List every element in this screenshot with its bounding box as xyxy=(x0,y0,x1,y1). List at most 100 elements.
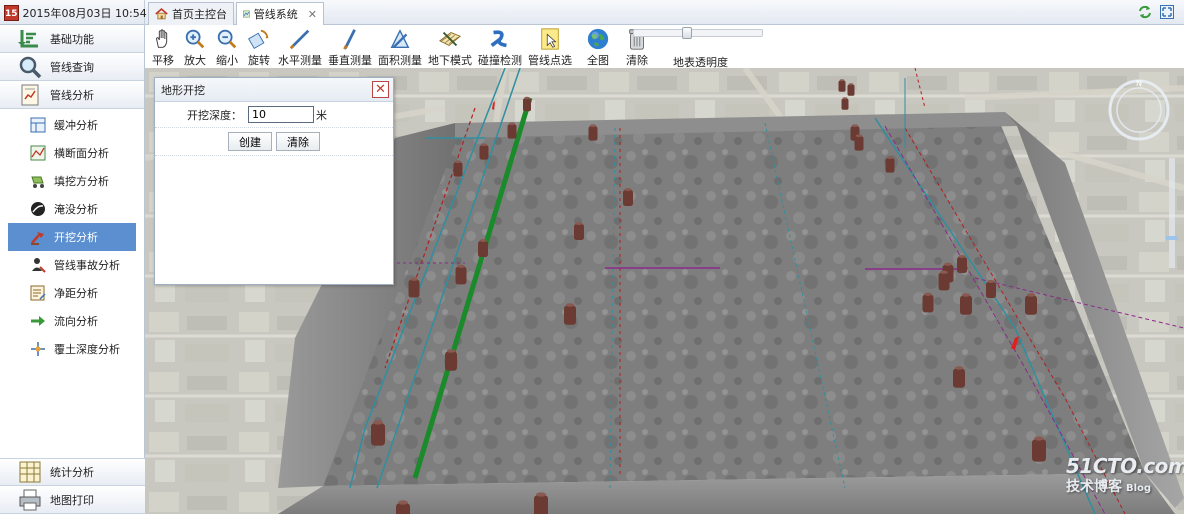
fullscreen-icon[interactable] xyxy=(1160,5,1174,19)
full-extent-button[interactable]: 全图 xyxy=(575,25,621,68)
manhole-well xyxy=(479,143,489,160)
left-sidebar: 基础功能 管线查询 管线分析 缓冲分析 横断面分析 填挖方分析 淹没分析 开挖分… xyxy=(0,25,145,514)
datetime-text: 2015年08月03日 10:54:18 xyxy=(22,6,165,20)
manhole-well xyxy=(957,255,967,273)
zoom-out-tool-button[interactable]: 缩小 xyxy=(211,25,243,68)
manhole-well xyxy=(478,239,488,257)
manhole-well xyxy=(574,222,584,240)
dialog-buttons: 创建 清除 xyxy=(155,128,393,156)
tool-label: 地下模式 xyxy=(428,54,472,67)
sidebar-category-query[interactable]: 管线查询 xyxy=(0,53,144,81)
manhole-well xyxy=(453,160,463,177)
sidebar-item-label: 净距分析 xyxy=(54,287,98,300)
zoom-in-tool-button[interactable]: 放大 xyxy=(179,25,211,68)
manhole-well xyxy=(1025,293,1037,315)
tool-label: 全图 xyxy=(587,54,609,67)
sidebar-item-clearance[interactable]: 净距分析 xyxy=(8,279,136,307)
house-icon xyxy=(155,8,168,20)
tool-label: 面积测量 xyxy=(378,54,422,67)
sidebar-item-cross-section[interactable]: 横断面分析 xyxy=(8,139,136,167)
accident-icon xyxy=(32,258,46,273)
create-button[interactable]: 创建 xyxy=(228,132,272,151)
manhole-well xyxy=(445,349,457,371)
close-icon[interactable]: ✕ xyxy=(372,81,389,98)
sidebar-item-flow[interactable]: 流向分析 xyxy=(8,307,136,335)
slider-track[interactable] xyxy=(633,27,763,39)
pit-floor xyxy=(323,123,1145,486)
sidebar-item-label: 流向分析 xyxy=(54,315,98,328)
map-icon xyxy=(243,10,250,18)
close-icon[interactable]: ✕ xyxy=(308,8,317,21)
tool-label: 缩小 xyxy=(216,54,238,67)
tool-label: 平移 xyxy=(152,54,174,67)
sidebar-item-cover-depth[interactable]: 覆土深度分析 xyxy=(8,335,136,363)
sidebar-category-statistics[interactable]: 统计分析 xyxy=(0,458,145,486)
refresh-icon[interactable] xyxy=(1138,5,1152,19)
depth-label: 开挖深度： xyxy=(187,108,242,122)
manhole-well xyxy=(960,293,972,315)
horizontal-measure-button[interactable]: 水平测量 xyxy=(275,25,325,68)
manhole-well xyxy=(534,492,548,514)
hand-pan-icon xyxy=(156,29,168,48)
manhole-well xyxy=(564,303,576,325)
manhole-well xyxy=(455,264,467,285)
manhole-well xyxy=(922,292,934,313)
north-icon: N xyxy=(1136,79,1142,88)
collision-detect-icon xyxy=(490,30,507,48)
sidebar-category-label: 管线查询 xyxy=(50,60,94,74)
sidebar-category-basic[interactable]: 基础功能 xyxy=(0,25,144,53)
manhole-well xyxy=(885,156,895,173)
underground-mode-button[interactable]: 地下模式 xyxy=(425,25,475,68)
watermark-sub: 技术博客 Blog xyxy=(1066,479,1152,495)
rotate-tool-button[interactable]: 旋转 xyxy=(243,25,275,68)
excavation-pit xyxy=(278,112,1184,514)
sidebar-item-excavation[interactable]: 开挖分析 xyxy=(8,223,136,251)
horizontal-measure-icon xyxy=(289,29,310,50)
tab-home-console[interactable]: 首页主控台 xyxy=(148,2,234,25)
sidebar-item-label: 管线事故分析 xyxy=(54,259,120,272)
sidebar-item-label: 淹没分析 xyxy=(54,203,98,216)
slider-thumb[interactable] xyxy=(682,27,692,39)
flood-icon xyxy=(31,202,45,216)
clear-button[interactable]: 清除 xyxy=(276,132,320,151)
area-measure-button[interactable]: 面积测量 xyxy=(375,25,425,68)
cut-fill-icon xyxy=(31,176,44,188)
tool-label: 管线点选 xyxy=(528,54,572,67)
sidebar-item-cut-fill[interactable]: 填挖方分析 xyxy=(8,167,136,195)
tab-pipeline-system[interactable]: 管线系统 ✕ xyxy=(236,2,324,25)
collision-detect-button[interactable]: 碰撞检测 xyxy=(475,25,525,68)
tool-label: 清除 xyxy=(626,54,648,67)
manhole-well xyxy=(838,79,846,92)
pan-tool-button[interactable]: 平移 xyxy=(147,25,179,68)
tool-label: 放大 xyxy=(184,54,206,67)
analysis-icon xyxy=(21,84,39,105)
pipeline-select-button[interactable]: 管线点选 xyxy=(525,25,575,68)
top-bar: 15 2015年08月03日 10:54:18 首页主控台 管线系统 ✕ xyxy=(0,0,1184,25)
tool-label: 水平测量 xyxy=(278,54,322,67)
map-toolbar: 平移 放大 缩小 旋转 水平测量 垂直测量 面积测量 地下模式 碰撞检测 管线点… xyxy=(145,25,1184,69)
manhole-well xyxy=(938,270,950,291)
depth-unit: 米 xyxy=(316,108,327,122)
app-window: 15 2015年08月03日 10:54:18 首页主控台 管线系统 ✕ 基础功… xyxy=(0,0,1184,514)
depth-row: 开挖深度： 米 xyxy=(155,102,393,128)
tool-label: 碰撞检测 xyxy=(478,54,522,67)
sidebar-category-print[interactable]: 地图打印 xyxy=(0,486,145,514)
sidebar-item-buffer[interactable]: 缓冲分析 xyxy=(8,111,136,139)
sidebar-item-accident[interactable]: 管线事故分析 xyxy=(8,251,136,279)
sidebar-item-label: 缓冲分析 xyxy=(54,119,98,132)
sidebar-category-label: 地图打印 xyxy=(50,493,94,507)
sidebar-category-label: 基础功能 xyxy=(50,32,94,46)
zoom-in-icon xyxy=(185,29,205,49)
sidebar-item-label: 横断面分析 xyxy=(54,147,109,160)
sidebar-category-label: 统计分析 xyxy=(50,466,94,479)
vertical-measure-button[interactable]: 垂直测量 xyxy=(325,25,375,68)
transparency-slider[interactable] xyxy=(633,27,763,39)
watermark-main: 51CTO.com xyxy=(1066,454,1184,478)
sidebar-category-analysis[interactable]: 管线分析 xyxy=(0,81,144,109)
window-controls xyxy=(1138,5,1174,19)
excavation-icon xyxy=(31,232,44,245)
tool-label: 旋转 xyxy=(248,54,270,67)
underground-mode-icon xyxy=(438,31,462,47)
sidebar-item-flood[interactable]: 淹没分析 xyxy=(8,195,136,223)
depth-input[interactable] xyxy=(248,106,314,123)
